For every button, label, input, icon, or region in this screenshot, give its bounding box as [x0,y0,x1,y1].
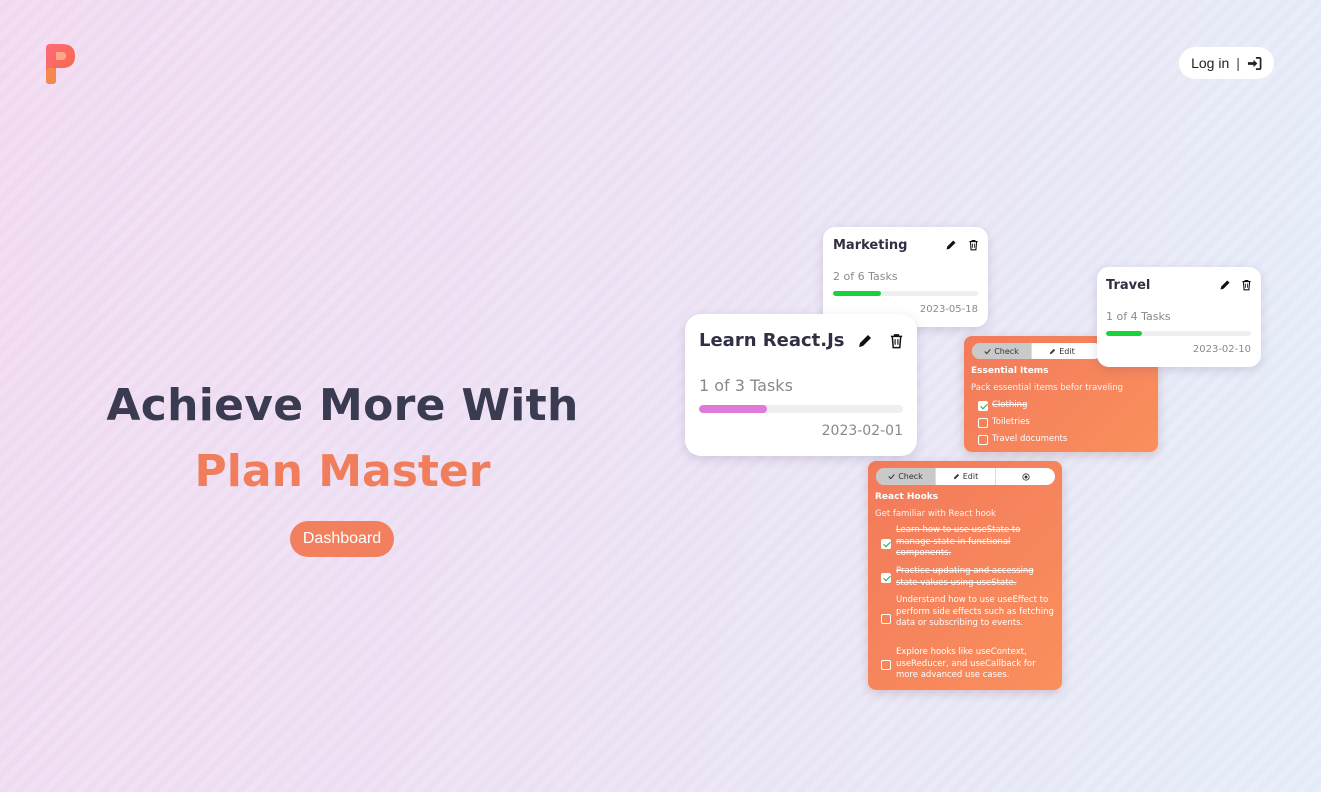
progress-bar [699,405,903,413]
progress-fill [1106,331,1143,336]
item-text: Toiletries [992,417,1030,427]
card-date: 2023-05-18 [919,304,978,315]
check-icon [888,474,895,480]
logo-icon [46,44,75,84]
progress-bar [833,291,978,296]
panel-title: React Hooks [875,492,939,502]
panel-toolbar: Check Edit [876,468,1055,485]
pencil-icon[interactable] [1219,279,1231,291]
trash-icon[interactable] [1241,279,1252,291]
login-label: Log in [1191,55,1230,71]
login-button[interactable]: Log in | [1179,47,1274,79]
card-date: 2023-02-10 [1192,344,1251,355]
card-title: Marketing [833,238,908,253]
hero-title: Achieve More With [106,380,579,431]
login-arrow-icon [1247,56,1262,70]
check-tab[interactable]: Check [972,343,1032,359]
react-hooks-panel: Check Edit React Hooks Get familiar with… [868,461,1062,690]
trash-icon[interactable] [889,333,904,349]
learn-react-card[interactable]: Learn React.Js 1 of 3 Tasks 2023-02-01 [685,314,917,456]
hero-brand-name: Plan Master [194,446,491,497]
item-checkbox[interactable] [881,660,891,670]
item-checkbox[interactable] [881,539,891,549]
card-title: Travel [1106,278,1151,293]
trash-icon[interactable] [968,239,979,251]
item-text: Explore hooks like useContext, useReduce… [896,647,1036,680]
marketing-card[interactable]: Marketing 2 of 6 Tasks 2023-05-18 [823,227,988,327]
check-tab[interactable]: Check [876,468,936,485]
dashboard-button[interactable]: Dashboard [290,521,394,557]
panel-title: Essential Items [971,366,1049,376]
pencil-icon[interactable] [857,333,873,349]
edit-tab-label: Edit [1059,346,1075,356]
item-checkbox[interactable] [881,573,891,583]
login-separator: | [1236,55,1240,71]
progress-fill [833,291,882,296]
target-tab[interactable] [996,468,1055,485]
check-tab-label: Check [898,472,923,481]
item-text: Travel documents [992,434,1068,444]
item-text: Practice updating and accessing state va… [896,566,1034,588]
item-text: Understand how to use useEffect to perfo… [896,595,1054,628]
task-count: 1 of 4 Tasks [1106,310,1171,323]
edit-tab-label: Edit [962,472,979,481]
travel-card[interactable]: Travel 1 of 4 Tasks 2023-02-10 [1097,267,1261,367]
panel-description: Get familiar with React hook [875,509,996,519]
task-count: 1 of 3 Tasks [699,376,793,395]
item-text: Clothing [992,400,1028,410]
check-tab-label: Check [994,346,1019,356]
progress-bar [1106,331,1251,336]
check-icon [984,348,991,354]
pencil-icon[interactable] [945,239,957,251]
item-checkbox[interactable] [978,401,988,411]
pencil-icon [953,473,959,480]
edit-tab[interactable]: Edit [1032,343,1092,359]
card-date: 2023-02-01 [821,423,903,439]
pencil-icon [1050,348,1056,354]
edit-tab[interactable]: Edit [936,468,996,485]
card-title: Learn React.Js [699,330,845,351]
task-count: 2 of 6 Tasks [833,270,898,283]
item-checkbox[interactable] [978,435,988,445]
item-checkbox[interactable] [881,614,891,624]
target-icon [1021,472,1030,481]
item-text: Learn how to use useState to manage stat… [896,525,1021,558]
panel-description: Pack essential items befor traveling [971,383,1124,393]
panel-toolbar: Check Edit [972,343,1102,359]
progress-fill [699,405,767,413]
item-checkbox[interactable] [978,418,988,428]
